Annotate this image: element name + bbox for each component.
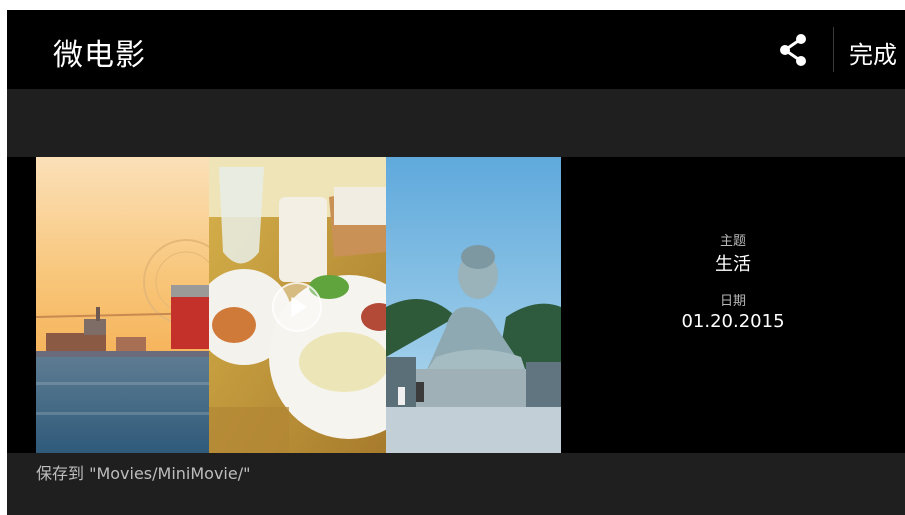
action-bar-divider [833,27,834,72]
action-bar: 微电影 完成 [7,10,905,89]
theme-value: 生活 [715,254,751,275]
play-button[interactable] [272,282,322,332]
footer: 保存到 "Movies/MiniMovie/" [7,453,905,515]
theme-label: 主题 [719,234,746,249]
mini-movie-screen: 微电影 完成 主题 生活 日期 01.20.2015 保存到 "Movies/M… [7,10,905,515]
movie-preview[interactable] [36,157,561,453]
toolbar-strip [7,89,905,157]
save-path-text: 保存到 "Movies/MiniMovie/" [36,464,251,483]
share-icon [780,34,806,66]
play-icon [291,296,308,318]
app-title: 微电影 [53,38,146,73]
date-value: 01.20.2015 [681,311,785,332]
date-label: 日期 [719,294,746,309]
harbor-photo [36,157,209,453]
done-button[interactable]: 完成 [849,35,897,70]
movie-info-panel: 主题 生活 日期 01.20.2015 [561,157,905,453]
buddha-photo [386,157,561,453]
share-button[interactable] [773,30,813,70]
movie-preview-row: 主题 生活 日期 01.20.2015 [7,157,905,453]
